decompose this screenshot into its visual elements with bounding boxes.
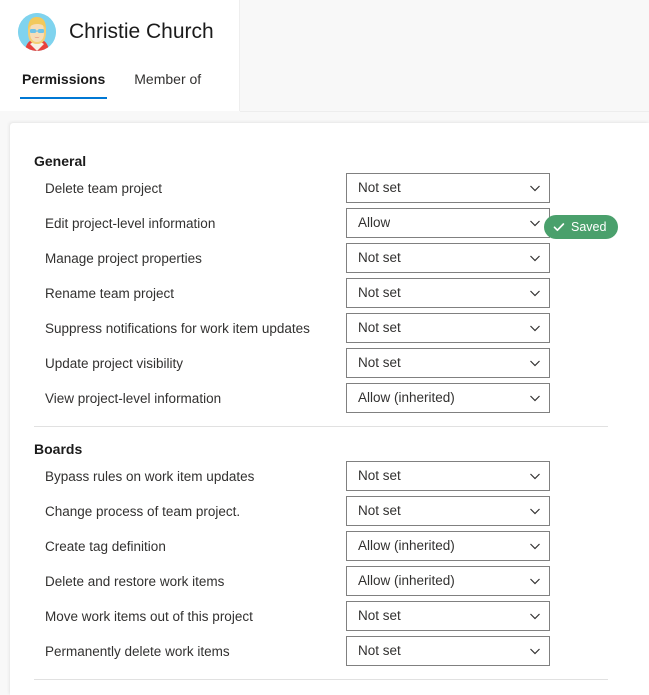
chevron-down-icon <box>529 287 541 299</box>
permission-control: Not set <box>346 601 550 631</box>
permission-dropdown[interactable]: Not set <box>346 243 550 273</box>
chevron-down-icon <box>529 575 541 587</box>
permission-row: Suppress notifications for work item upd… <box>10 311 649 346</box>
permission-control: Not set <box>346 496 550 526</box>
permission-dropdown[interactable]: Not set <box>346 461 550 491</box>
permission-dropdown-value: Not set <box>358 608 401 623</box>
permission-row: Delete and restore work items Allow (inh… <box>10 564 649 599</box>
identity-panel: Christie Church Permissions Member of <box>0 0 240 111</box>
permission-row: Rename team project Not set <box>10 276 649 311</box>
permission-dropdown-value: Not set <box>358 643 401 658</box>
chevron-down-icon <box>529 610 541 622</box>
permission-label: Edit project-level information <box>45 215 216 231</box>
permission-dropdown-value: Allow (inherited) <box>358 390 455 405</box>
permission-dropdown[interactable]: Not set <box>346 278 550 308</box>
permission-dropdown[interactable]: Not set <box>346 348 550 378</box>
permission-dropdown-value: Not set <box>358 355 401 370</box>
permission-dropdown-value: Not set <box>358 503 401 518</box>
permission-dropdown[interactable]: Not set <box>346 496 550 526</box>
permission-dropdown-value: Not set <box>358 320 401 335</box>
status-badge: Saved <box>544 215 619 239</box>
permissions-panel: General Delete team project Not set Edit… <box>10 123 649 695</box>
permission-row: Manage project properties Not set <box>10 241 649 276</box>
permission-dropdown[interactable]: Not set <box>346 601 550 631</box>
permission-row: View project-level information Allow (in… <box>10 381 649 416</box>
user-avatar <box>18 13 56 51</box>
permission-row: Delete team project Not set <box>10 171 649 206</box>
permission-label: Permanently delete work items <box>45 643 230 659</box>
permission-label: Manage project properties <box>45 250 202 266</box>
permission-control: Not set <box>346 348 550 378</box>
chevron-down-icon <box>529 182 541 194</box>
permission-dropdown[interactable]: Allow (inherited) <box>346 531 550 561</box>
permission-control: Not set <box>346 173 550 203</box>
permission-label: Create tag definition <box>45 538 166 554</box>
chevron-down-icon <box>529 252 541 264</box>
permission-dropdown-value: Allow (inherited) <box>358 538 455 553</box>
section-separator <box>34 426 608 427</box>
permission-dropdown[interactable]: Allow <box>346 208 550 238</box>
permission-control: Not set <box>346 636 550 666</box>
permission-row: Create tag definition Allow (inherited) <box>10 529 649 564</box>
tab-bar: Permissions Member of <box>20 70 228 99</box>
permission-dropdown[interactable]: Not set <box>346 173 550 203</box>
permission-dropdown-value: Not set <box>358 250 401 265</box>
section-general: General Delete team project Not set Edit… <box>10 151 649 416</box>
permission-dropdown-value: Allow <box>358 215 391 230</box>
section-separator <box>34 679 608 680</box>
permission-control: Not set <box>346 278 550 308</box>
check-icon <box>553 221 565 233</box>
page-title: Christie Church <box>69 20 214 43</box>
permission-control: Allow (inherited) <box>346 566 550 596</box>
permission-row: Permanently delete work items Not set <box>10 634 649 669</box>
chevron-down-icon <box>529 470 541 482</box>
permission-dropdown[interactable]: Not set <box>346 313 550 343</box>
chevron-down-icon <box>529 357 541 369</box>
permission-dropdown-value: Not set <box>358 180 401 195</box>
permission-row: Change process of team project. Not set <box>10 494 649 529</box>
chevron-down-icon <box>529 322 541 334</box>
chevron-down-icon <box>529 540 541 552</box>
tab-member-of[interactable]: Member of <box>132 70 203 99</box>
permission-label: Suppress notifications for work item upd… <box>45 320 310 336</box>
permission-label: Change process of team project. <box>45 503 241 519</box>
permission-label: View project-level information <box>45 390 222 406</box>
permission-dropdown-value: Not set <box>358 468 401 483</box>
tab-permissions[interactable]: Permissions <box>20 70 108 99</box>
permission-label: Move work items out of this project <box>45 608 253 624</box>
section-title-general: General <box>34 153 87 169</box>
permission-dropdown-value: Not set <box>358 285 401 300</box>
permission-control: Allow (inherited) <box>346 383 550 413</box>
permission-dropdown[interactable]: Allow (inherited) <box>346 383 550 413</box>
permission-dropdown[interactable]: Allow (inherited) <box>346 566 550 596</box>
permission-control: Not set <box>346 313 550 343</box>
permission-control: Allow <box>346 208 550 238</box>
permission-label: Bypass rules on work item updates <box>45 468 255 484</box>
permission-label: Delete team project <box>45 180 163 196</box>
permission-control: Allow (inherited) <box>346 531 550 561</box>
permission-row: Move work items out of this project Not … <box>10 599 649 634</box>
status-badge-label: Saved <box>571 220 607 234</box>
chevron-down-icon <box>529 392 541 404</box>
permission-row: Bypass rules on work item updates Not se… <box>10 459 649 494</box>
identity: Christie Church <box>18 13 214 51</box>
permission-control: Not set <box>346 461 550 491</box>
chevron-down-icon <box>529 505 541 517</box>
chevron-down-icon <box>529 645 541 657</box>
permission-label: Delete and restore work items <box>45 573 225 589</box>
header-divider <box>240 111 649 112</box>
permission-control: Not set <box>346 243 550 273</box>
permission-dropdown[interactable]: Not set <box>346 636 550 666</box>
permission-dropdown-value: Allow (inherited) <box>358 573 455 588</box>
permission-label: Update project visibility <box>45 355 184 371</box>
section-boards: Boards Bypass rules on work item updates… <box>10 439 649 669</box>
section-title-boards: Boards <box>34 441 83 457</box>
permission-label: Rename team project <box>45 285 175 301</box>
permission-row: Update project visibility Not set <box>10 346 649 381</box>
chevron-down-icon <box>529 217 541 229</box>
page-header: Christie Church Permissions Member of <box>0 0 649 112</box>
